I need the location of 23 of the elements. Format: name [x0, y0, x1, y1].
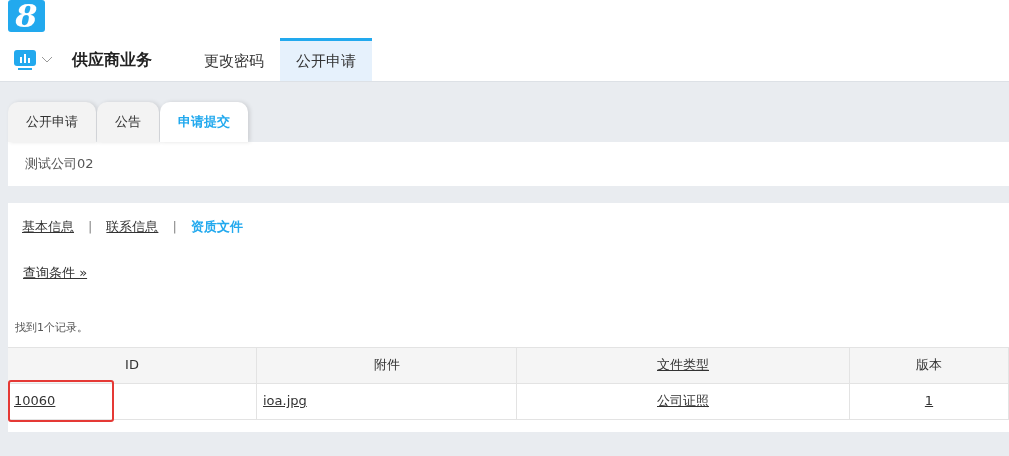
- column-header: 版本: [850, 347, 1009, 383]
- column-header[interactable]: 文件类型: [517, 347, 850, 383]
- separator: |: [172, 218, 177, 236]
- separator: |: [88, 218, 93, 236]
- table-cell[interactable]: 公司证照: [517, 383, 850, 419]
- table-cell[interactable]: 10060: [8, 383, 257, 419]
- column-header: ID: [8, 347, 257, 383]
- table-cell[interactable]: 1: [850, 383, 1009, 419]
- query-link[interactable]: 查询条件 »: [23, 262, 88, 282]
- nav-tab[interactable]: 公开申请: [280, 38, 372, 81]
- company-name: 测试公司02: [25, 155, 94, 174]
- tab[interactable]: 公告: [97, 102, 159, 142]
- section-link[interactable]: 基本信息: [22, 217, 74, 237]
- column-header: 附件: [257, 347, 517, 383]
- chevron-down-icon[interactable]: [41, 55, 53, 64]
- logo: 8: [8, 0, 45, 32]
- table-cell[interactable]: ioa.jpg: [257, 383, 517, 419]
- chart-icon[interactable]: [13, 48, 37, 71]
- nav-tab[interactable]: 更改密码: [188, 38, 280, 81]
- result-count: 找到1个记录。: [15, 320, 89, 336]
- app-title: 供应商业务: [72, 48, 153, 71]
- tab[interactable]: 公开申请: [8, 102, 96, 142]
- section-link[interactable]: 联系信息: [106, 217, 159, 237]
